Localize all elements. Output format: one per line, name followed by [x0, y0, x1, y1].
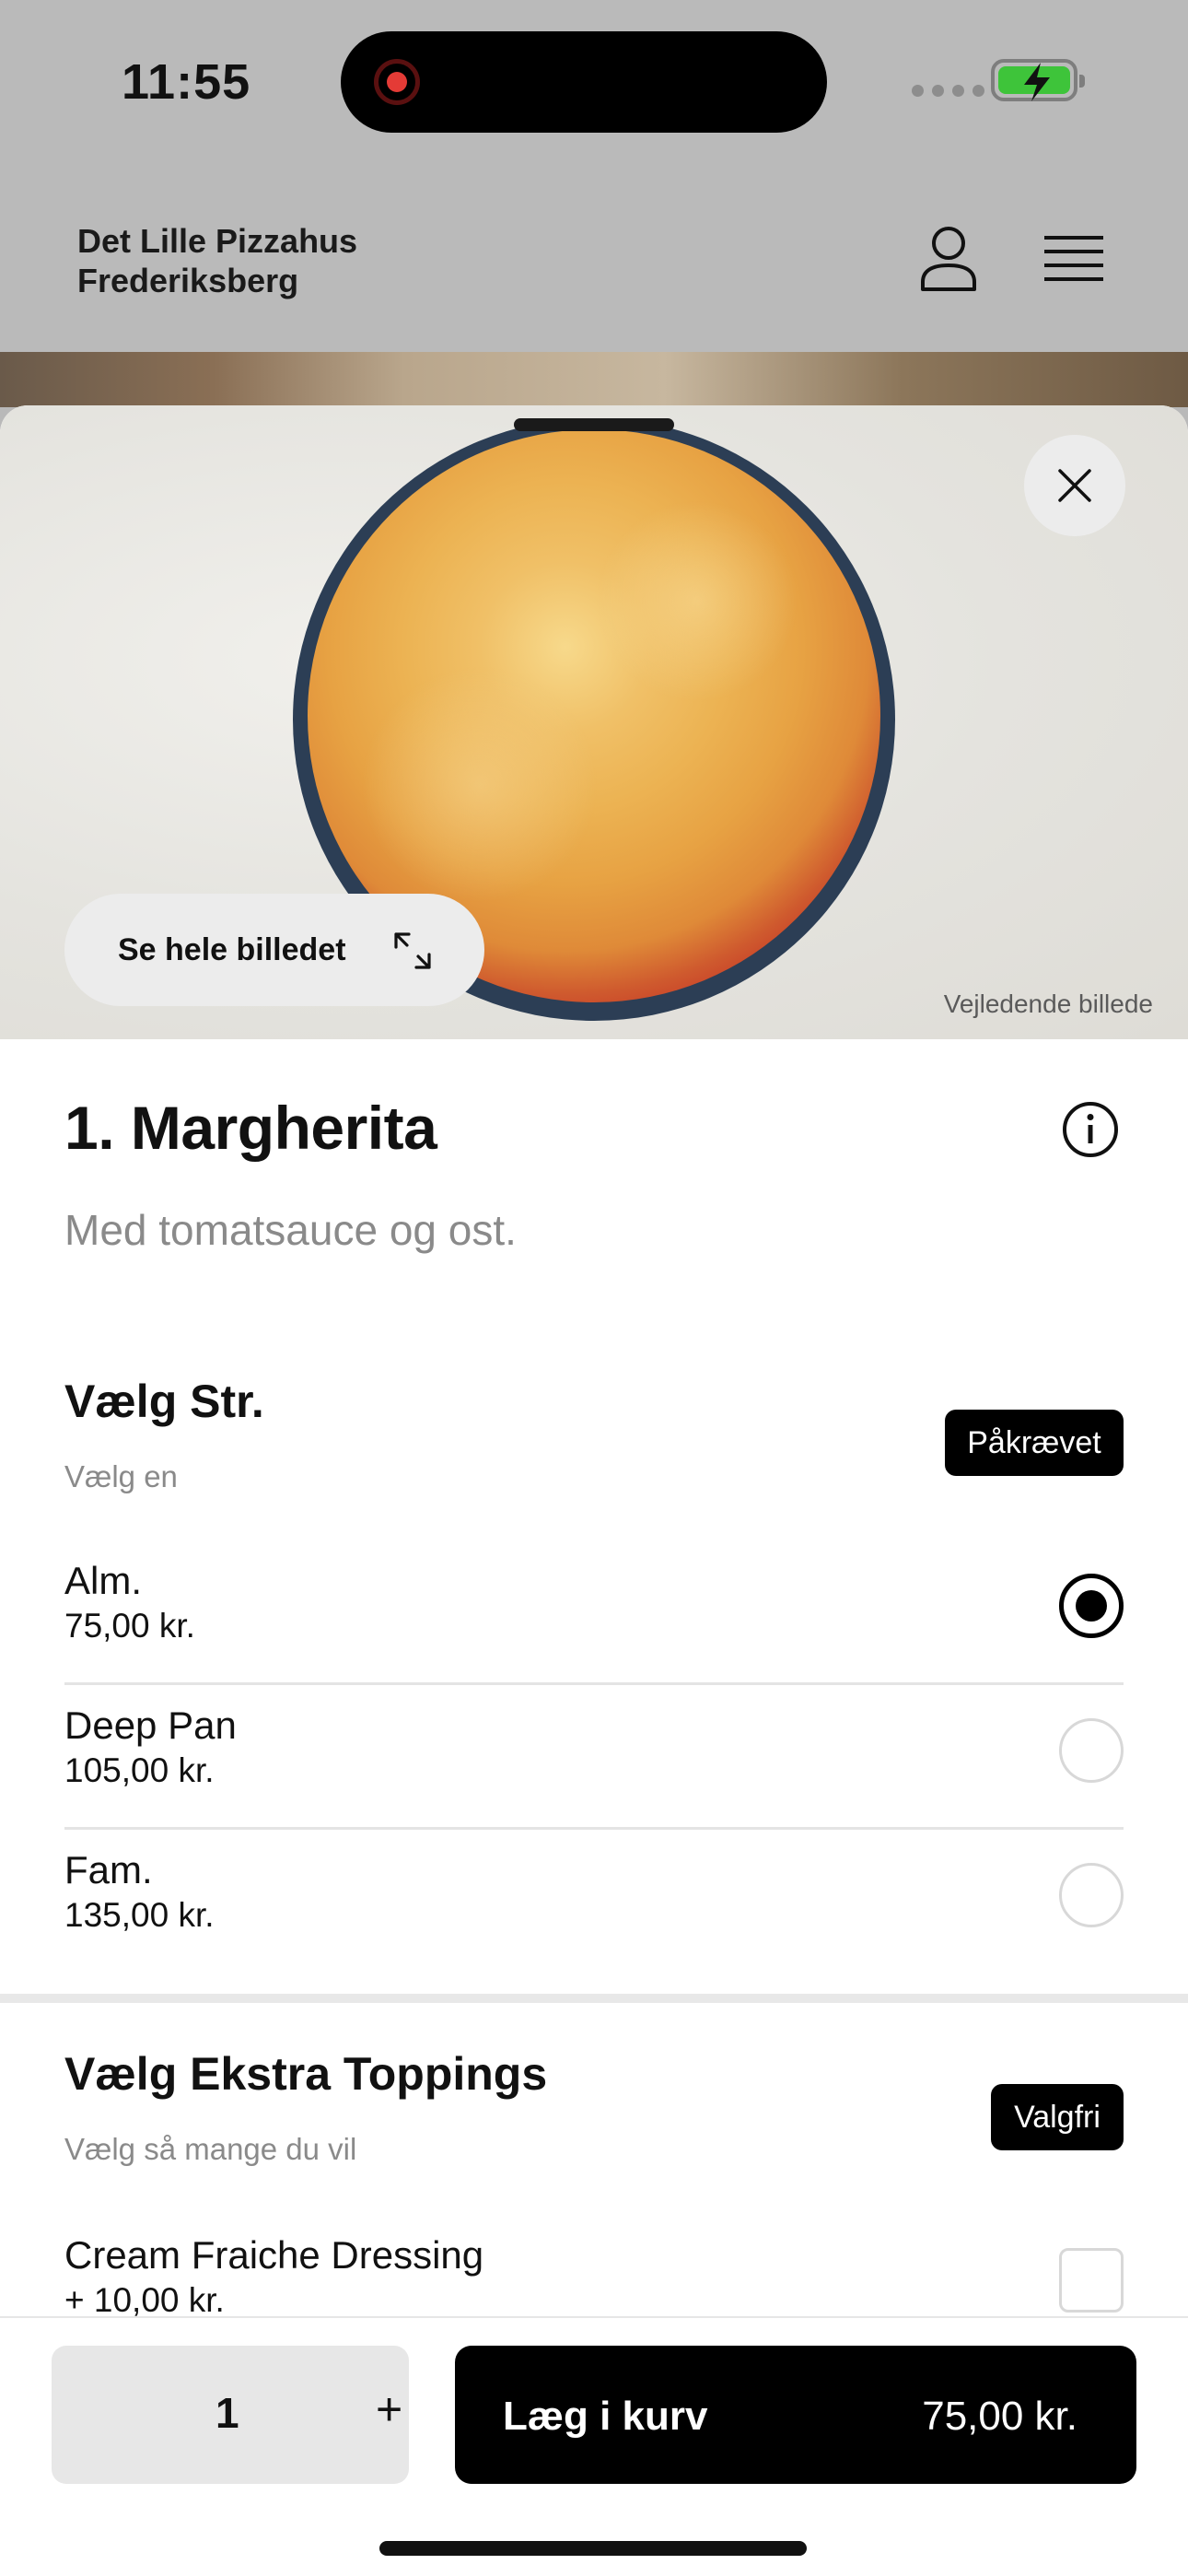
size-section-title: Vælg Str. — [64, 1376, 264, 1427]
option-name: Fam. — [64, 1848, 153, 1891]
option-price: 105,00 kr. — [64, 1751, 215, 1789]
signal-icon — [912, 85, 984, 97]
image-disclaimer: Vejledende billede — [943, 989, 1153, 1018]
product-image: Se hele billedet Vejledende billede — [0, 405, 1188, 1039]
required-badge: Påkrævet — [945, 1410, 1124, 1476]
status-bar: 11:55 — [0, 0, 1188, 166]
expand-icon — [394, 932, 431, 969]
user-icon[interactable] — [919, 225, 978, 291]
option-name: Deep Pan — [64, 1704, 237, 1747]
background-hero-image — [0, 352, 1188, 407]
option-name: Cream Fraiche Dressing — [64, 2233, 484, 2277]
add-to-cart-label: Læg i kurv — [503, 2394, 708, 2439]
see-full-image-button[interactable]: Se hele billedet — [64, 894, 484, 1006]
section-divider — [0, 1994, 1188, 2003]
screen: 11:55 Det Lille Pizzahus Frederiksberg S… — [0, 0, 1188, 2576]
size-section-subtitle: Vælg en — [64, 1459, 178, 1493]
restaurant-name-line1: Det Lille Pizzahus — [77, 222, 358, 260]
sheet-grabber[interactable] — [514, 418, 674, 431]
status-time: 11:55 — [122, 54, 251, 110]
option-price: 75,00 kr. — [64, 1607, 195, 1645]
cart-total-price: 75,00 kr. — [922, 2394, 1077, 2439]
close-icon — [1058, 469, 1091, 502]
size-option-alm[interactable]: Alm. 75,00 kr. — [64, 1539, 1124, 1683]
checkbox[interactable] — [1059, 2248, 1124, 2313]
option-name: Alm. — [64, 1559, 142, 1602]
bottom-action-bar: 1 + Læg i kurv 75,00 kr. — [0, 2316, 1188, 2576]
product-title: 1. Margherita — [64, 1094, 437, 1162]
dynamic-island — [341, 31, 827, 133]
toppings-section-subtitle: Vælg så mange du vil — [64, 2132, 357, 2166]
see-full-image-label: Se hele billedet — [118, 931, 346, 967]
product-modal: Se hele billedet Vejledende billede 1. M… — [0, 405, 1188, 2576]
close-button[interactable] — [1024, 435, 1125, 536]
hamburger-menu-icon[interactable] — [1044, 232, 1103, 286]
restaurant-name[interactable]: Det Lille Pizzahus Frederiksberg — [77, 221, 464, 300]
option-price: + 10,00 kr. — [64, 2281, 225, 2319]
radio-unselected[interactable] — [1059, 1863, 1124, 1927]
add-to-cart-button[interactable]: Læg i kurv 75,00 kr. — [455, 2346, 1136, 2484]
increase-quantity-button[interactable]: + — [376, 2383, 402, 2436]
recording-indicator-icon — [374, 59, 420, 105]
toppings-section-title: Vælg Ekstra Toppings — [64, 2048, 548, 2100]
size-option-fam[interactable]: Fam. 135,00 kr. — [64, 1828, 1124, 1973]
restaurant-name-line2: Frederiksberg — [77, 262, 299, 299]
product-description: Med tomatsauce og ost. — [64, 1206, 517, 1254]
quantity-stepper[interactable]: 1 + — [52, 2346, 409, 2484]
quantity-value: 1 — [215, 2389, 239, 2437]
home-indicator[interactable] — [379, 2541, 807, 2556]
app-header: Det Lille Pizzahus Frederiksberg — [0, 166, 1188, 352]
radio-unselected[interactable] — [1059, 1718, 1124, 1783]
battery-icon — [991, 59, 1085, 101]
option-price: 135,00 kr. — [64, 1896, 215, 1934]
info-icon[interactable] — [1061, 1100, 1120, 1159]
radio-selected[interactable] — [1059, 1574, 1124, 1638]
size-option-deep-pan[interactable]: Deep Pan 105,00 kr. — [64, 1683, 1124, 1828]
optional-badge: Valgfri — [991, 2084, 1124, 2150]
